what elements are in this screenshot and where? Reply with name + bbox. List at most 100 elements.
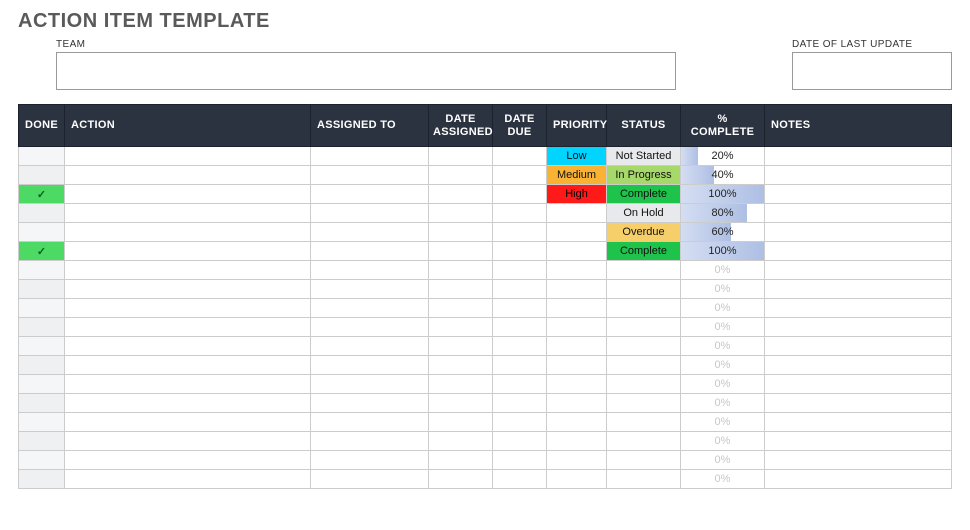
priority-cell[interactable] <box>547 470 607 489</box>
done-cell[interactable] <box>19 204 65 223</box>
date-due-cell[interactable] <box>493 299 547 318</box>
date-assigned-cell[interactable] <box>429 242 493 261</box>
status-cell[interactable] <box>607 299 681 318</box>
status-cell[interactable]: Not Started <box>607 147 681 166</box>
percent-complete-cell[interactable]: 0% <box>681 299 765 318</box>
notes-cell[interactable] <box>765 432 952 451</box>
date-assigned-cell[interactable] <box>429 223 493 242</box>
done-cell[interactable] <box>19 432 65 451</box>
date-due-cell[interactable] <box>493 470 547 489</box>
done-cell[interactable] <box>19 337 65 356</box>
percent-complete-cell[interactable]: 0% <box>681 375 765 394</box>
percent-complete-cell[interactable]: 0% <box>681 318 765 337</box>
percent-complete-cell[interactable]: 20% <box>681 147 765 166</box>
date-due-cell[interactable] <box>493 413 547 432</box>
action-cell[interactable] <box>65 432 311 451</box>
notes-cell[interactable] <box>765 470 952 489</box>
action-cell[interactable] <box>65 375 311 394</box>
percent-complete-cell[interactable]: 0% <box>681 280 765 299</box>
date-assigned-cell[interactable] <box>429 185 493 204</box>
notes-cell[interactable] <box>765 280 952 299</box>
notes-cell[interactable] <box>765 261 952 280</box>
date-due-cell[interactable] <box>493 356 547 375</box>
action-cell[interactable] <box>65 451 311 470</box>
date-due-cell[interactable] <box>493 261 547 280</box>
assigned-to-cell[interactable] <box>311 375 429 394</box>
priority-cell[interactable] <box>547 451 607 470</box>
team-input[interactable] <box>56 52 676 90</box>
done-cell[interactable] <box>19 356 65 375</box>
action-cell[interactable] <box>65 470 311 489</box>
date-assigned-cell[interactable] <box>429 432 493 451</box>
priority-cell[interactable] <box>547 337 607 356</box>
date-due-cell[interactable] <box>493 280 547 299</box>
notes-cell[interactable] <box>765 204 952 223</box>
action-cell[interactable] <box>65 356 311 375</box>
status-cell[interactable] <box>607 451 681 470</box>
priority-cell[interactable] <box>547 394 607 413</box>
percent-complete-cell[interactable]: 0% <box>681 394 765 413</box>
action-cell[interactable] <box>65 204 311 223</box>
action-cell[interactable] <box>65 394 311 413</box>
percent-complete-cell[interactable]: 0% <box>681 451 765 470</box>
assigned-to-cell[interactable] <box>311 356 429 375</box>
done-cell[interactable] <box>19 451 65 470</box>
status-cell[interactable]: Complete <box>607 185 681 204</box>
done-cell[interactable] <box>19 413 65 432</box>
status-cell[interactable] <box>607 337 681 356</box>
date-assigned-cell[interactable] <box>429 318 493 337</box>
date-due-cell[interactable] <box>493 223 547 242</box>
date-assigned-cell[interactable] <box>429 280 493 299</box>
date-due-cell[interactable] <box>493 375 547 394</box>
assigned-to-cell[interactable] <box>311 432 429 451</box>
priority-cell[interactable]: Low <box>547 147 607 166</box>
done-checked-icon[interactable]: ✓ <box>19 242 65 261</box>
status-cell[interactable] <box>607 432 681 451</box>
priority-cell[interactable] <box>547 432 607 451</box>
done-cell[interactable] <box>19 299 65 318</box>
percent-complete-cell[interactable]: 0% <box>681 261 765 280</box>
assigned-to-cell[interactable] <box>311 280 429 299</box>
status-cell[interactable] <box>607 356 681 375</box>
status-cell[interactable] <box>607 261 681 280</box>
date-due-cell[interactable] <box>493 242 547 261</box>
percent-complete-cell[interactable]: 100% <box>681 185 765 204</box>
percent-complete-cell[interactable]: 40% <box>681 166 765 185</box>
date-due-cell[interactable] <box>493 166 547 185</box>
action-cell[interactable] <box>65 242 311 261</box>
notes-cell[interactable] <box>765 394 952 413</box>
date-assigned-cell[interactable] <box>429 147 493 166</box>
priority-cell[interactable] <box>547 356 607 375</box>
assigned-to-cell[interactable] <box>311 413 429 432</box>
assigned-to-cell[interactable] <box>311 318 429 337</box>
date-due-cell[interactable] <box>493 185 547 204</box>
date-due-cell[interactable] <box>493 432 547 451</box>
date-assigned-cell[interactable] <box>429 261 493 280</box>
action-cell[interactable] <box>65 166 311 185</box>
assigned-to-cell[interactable] <box>311 299 429 318</box>
date-assigned-cell[interactable] <box>429 375 493 394</box>
done-cell[interactable] <box>19 261 65 280</box>
priority-cell[interactable] <box>547 242 607 261</box>
assigned-to-cell[interactable] <box>311 394 429 413</box>
status-cell[interactable] <box>607 394 681 413</box>
assigned-to-cell[interactable] <box>311 166 429 185</box>
action-cell[interactable] <box>65 185 311 204</box>
priority-cell[interactable] <box>547 204 607 223</box>
date-assigned-cell[interactable] <box>429 356 493 375</box>
done-cell[interactable] <box>19 223 65 242</box>
notes-cell[interactable] <box>765 299 952 318</box>
action-cell[interactable] <box>65 147 311 166</box>
date-assigned-cell[interactable] <box>429 204 493 223</box>
assigned-to-cell[interactable] <box>311 337 429 356</box>
status-cell[interactable]: Overdue <box>607 223 681 242</box>
notes-cell[interactable] <box>765 375 952 394</box>
notes-cell[interactable] <box>765 318 952 337</box>
action-cell[interactable] <box>65 223 311 242</box>
assigned-to-cell[interactable] <box>311 147 429 166</box>
date-assigned-cell[interactable] <box>429 451 493 470</box>
assigned-to-cell[interactable] <box>311 185 429 204</box>
assigned-to-cell[interactable] <box>311 242 429 261</box>
done-cell[interactable] <box>19 280 65 299</box>
percent-complete-cell[interactable]: 60% <box>681 223 765 242</box>
